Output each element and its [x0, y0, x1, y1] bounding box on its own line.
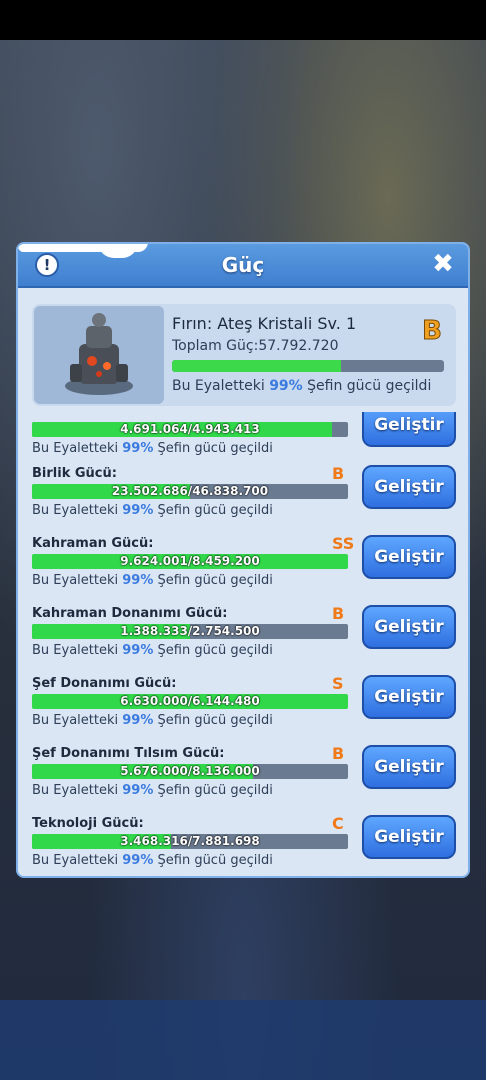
power-value: 9.624.001/8.459.200 [120, 554, 260, 568]
power-row: Kahraman Donanımı Gücü: B 1.388.333/2.75… [32, 604, 456, 676]
building-rank-note: Bu Eyaletteki 99% Şefin gücü geçildi [172, 378, 432, 394]
building-card: Fırın: Ateş Kristali Sv. 1 B Toplam Güç:… [32, 304, 456, 406]
grade-badge: S [332, 674, 344, 693]
info-icon[interactable]: ! [35, 253, 59, 277]
upgrade-button[interactable]: Geliştir [362, 675, 456, 719]
power-label: Kahraman Gücü: [32, 536, 154, 551]
furnace-image [34, 306, 164, 404]
power-list[interactable]: 4.691.064/4.943.413 Bu Eyaletteki 99% Şe… [18, 412, 468, 874]
power-progress-bar: 3.468.316/7.881.698 [32, 834, 348, 849]
building-progress-bar [172, 360, 444, 372]
rank-note: Bu Eyaletteki 99% Şefin gücü geçildi [32, 643, 273, 658]
power-value: 23.502.686/46.838.700 [111, 484, 269, 498]
power-row: Şef Donanımı Gücü: S 6.630.000/6.144.480… [32, 674, 456, 746]
power-progress-bar: 1.388.333/2.754.500 [32, 624, 348, 639]
upgrade-button[interactable]: Geliştir [362, 412, 456, 447]
power-row: Teknoloji Gücü: C 3.468.316/7.881.698 Bu… [32, 814, 456, 874]
power-row: Şef Donanımı Tılsım Gücü: B 5.676.000/8.… [32, 744, 456, 816]
power-progress-bar: 9.624.001/8.459.200 [32, 554, 348, 569]
grade-badge: SS [332, 534, 355, 553]
power-value: 6.630.000/6.144.480 [120, 694, 260, 708]
upgrade-button[interactable]: Geliştir [362, 465, 456, 509]
dialog-title: Güç [221, 253, 265, 277]
power-label: Kahraman Donanımı Gücü: [32, 606, 228, 621]
rank-note: Bu Eyaletteki 99% Şefin gücü geçildi [32, 573, 273, 588]
total-power: Toplam Güç:57.792.720 [172, 338, 339, 354]
power-row: Birlik Gücü: B 23.502.686/46.838.700 Bu … [32, 464, 456, 536]
grade-badge: B [332, 604, 345, 623]
power-progress-bar: 6.630.000/6.144.480 [32, 694, 348, 709]
power-label: Teknoloji Gücü: [32, 816, 144, 831]
status-bar [0, 0, 486, 40]
dialog-titlebar: Güç ! ✖ [18, 244, 468, 288]
power-label: Şef Donanımı Tılsım Gücü: [32, 746, 225, 761]
building-name: Fırın: Ateş Kristali Sv. 1 [172, 314, 357, 333]
power-value: 5.676.000/8.136.000 [120, 764, 260, 778]
rank-note: Bu Eyaletteki 99% Şefin gücü geçildi [32, 853, 273, 868]
grade-badge: B [332, 744, 345, 763]
power-value: 1.388.333/2.754.500 [120, 624, 260, 638]
close-icon[interactable]: ✖ [430, 251, 456, 277]
power-progress-bar: 23.502.686/46.838.700 [32, 484, 348, 499]
upgrade-button[interactable]: Geliştir [362, 605, 456, 649]
upgrade-button[interactable]: Geliştir [362, 535, 456, 579]
bottom-nav-background [0, 1000, 486, 1080]
rank-note: Bu Eyaletteki 99% Şefin gücü geçildi [32, 441, 273, 456]
power-row: Kahraman Gücü: SS 9.624.001/8.459.200 Bu… [32, 534, 456, 606]
upgrade-button[interactable]: Geliştir [362, 815, 456, 859]
power-label: Şef Donanımı Gücü: [32, 676, 177, 691]
building-progress-fill [172, 360, 341, 372]
grade-badge: B [332, 464, 345, 483]
rank-note: Bu Eyaletteki 99% Şefin gücü geçildi [32, 783, 273, 798]
upgrade-button[interactable]: Geliştir [362, 745, 456, 789]
rank-note: Bu Eyaletteki 99% Şefin gücü geçildi [32, 713, 273, 728]
building-grade: B [422, 316, 443, 347]
power-value: 3.468.316/7.881.698 [120, 834, 260, 848]
power-progress-bar: 5.676.000/8.136.000 [32, 764, 348, 779]
grade-badge: C [332, 814, 344, 833]
power-label: Birlik Gücü: [32, 466, 117, 481]
power-progress-bar: 4.691.064/4.943.413 [32, 422, 348, 437]
power-value: 4.691.064/4.943.413 [120, 422, 260, 436]
power-dialog: Güç ! ✖ Fırın: Ateş Kristali Sv. 1 B Top… [16, 242, 470, 878]
rank-note: Bu Eyaletteki 99% Şefin gücü geçildi [32, 503, 273, 518]
